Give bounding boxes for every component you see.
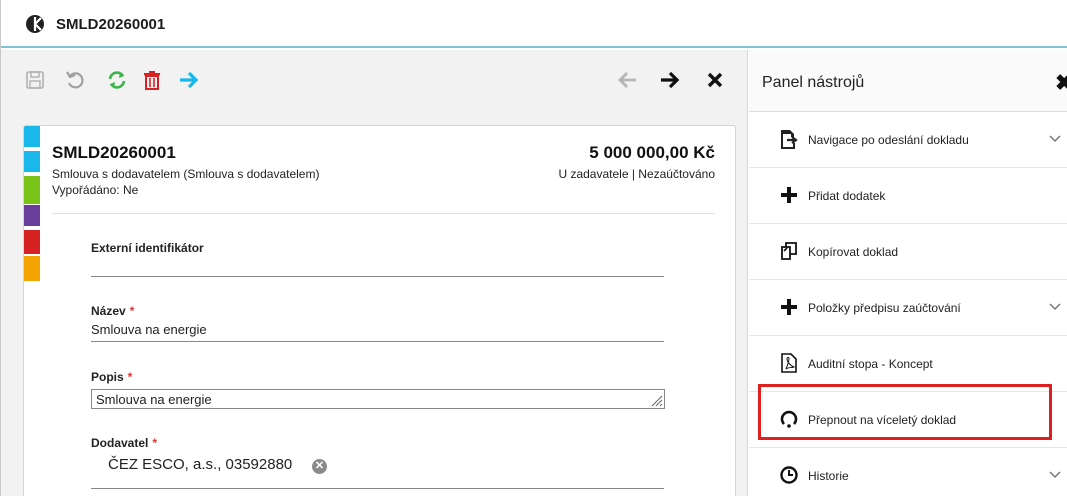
document-type: Smlouva s dodavatelem (Smlouva s dodavat… xyxy=(52,167,320,181)
arrow-right-icon[interactable] xyxy=(178,69,200,91)
supplier-label: Dodavatel * xyxy=(91,436,157,450)
chevron-down-icon xyxy=(1049,135,1061,143)
document-card: SMLD20260001 Smlouva s dodavatelem (Smlo… xyxy=(23,125,736,496)
plus-icon xyxy=(779,297,799,317)
required-mark: * xyxy=(127,370,133,384)
highlight-box xyxy=(758,384,1052,440)
chevron-down-icon xyxy=(1049,471,1061,479)
tool-item-navigation[interactable]: Navigace po odeslání dokladu xyxy=(749,112,1067,168)
clear-supplier-icon[interactable]: ✕ xyxy=(312,459,327,474)
external-id-label: Externí identifikátor xyxy=(91,241,204,255)
tool-item-label: Položky předpisu zaúčtování xyxy=(808,301,961,315)
document-code: SMLD20260001 xyxy=(52,143,176,162)
window-title: SMLD20260001 xyxy=(56,16,166,33)
name-label: Název * xyxy=(91,304,134,318)
document-state: U zadavatele | Nezaúčtováno xyxy=(558,167,715,181)
clock-icon xyxy=(779,465,799,485)
tool-item-history[interactable]: Historie xyxy=(749,448,1067,496)
settled-status: Vypořádáno: Ne xyxy=(52,183,139,197)
undo-icon[interactable] xyxy=(64,69,86,91)
document-amount: 5 000 000,00 Kč xyxy=(589,143,715,162)
tool-item-label: Přidat dodatek xyxy=(808,189,886,203)
supplier-field-underline xyxy=(91,488,664,489)
chevron-down-icon xyxy=(1049,303,1061,311)
copy-icon xyxy=(779,241,799,261)
description-label-text: Popis xyxy=(91,370,124,384)
status-stripe-5 xyxy=(24,230,40,254)
name-field[interactable]: Smlouva na energie xyxy=(91,322,207,337)
description-value: Smlouva na energie xyxy=(96,392,212,407)
status-stripe-2 xyxy=(24,151,40,172)
save-icon[interactable] xyxy=(24,69,46,91)
tool-item-label: Historie xyxy=(808,469,849,483)
pdf-icon xyxy=(779,353,799,373)
required-mark: * xyxy=(129,304,135,318)
send-document-icon xyxy=(779,129,799,149)
status-stripe-6 xyxy=(24,256,40,281)
supplier-value[interactable]: ČEZ ESCO, a.s., 03592880 xyxy=(108,456,292,473)
plus-icon xyxy=(779,185,799,205)
description-textarea[interactable]: Smlouva na energie xyxy=(91,389,665,409)
resize-grip-icon[interactable] xyxy=(649,393,663,407)
status-stripe-3 xyxy=(24,176,40,204)
app-logo-icon xyxy=(26,15,44,33)
external-id-field[interactable] xyxy=(91,276,664,277)
tool-item-posting-items[interactable]: Položky předpisu zaúčtování xyxy=(749,280,1067,336)
tool-item-add-amendment[interactable]: Přidat dodatek xyxy=(749,168,1067,224)
close-icon[interactable] xyxy=(704,69,726,91)
panel-close-icon[interactable]: ✖ xyxy=(1055,70,1067,96)
required-mark: * xyxy=(152,436,158,450)
name-field-underline xyxy=(91,341,664,342)
name-label-text: Název xyxy=(91,304,126,318)
next-record-icon[interactable] xyxy=(659,69,681,91)
tool-item-label: Kopírovat doklad xyxy=(808,245,899,259)
trash-icon[interactable] xyxy=(141,69,163,91)
tool-item-label: Navigace po odeslání dokladu xyxy=(808,133,969,147)
supplier-label-text: Dodavatel xyxy=(91,436,149,450)
status-stripe-1 xyxy=(24,126,40,147)
panel-title: Panel nástrojů xyxy=(762,74,865,91)
app-frame: SMLD20260001 SMLD20260001 Smlouva s doda… xyxy=(0,0,1067,496)
title-bar: SMLD20260001 xyxy=(1,0,1067,48)
header-divider xyxy=(52,213,715,214)
tool-item-copy-document[interactable]: Kopírovat doklad xyxy=(749,224,1067,280)
description-label: Popis * xyxy=(91,370,132,384)
status-stripe-4 xyxy=(24,205,40,226)
tool-item-label: Auditní stopa - Koncept xyxy=(808,357,933,371)
previous-record-icon[interactable] xyxy=(616,69,638,91)
document-area: SMLD20260001 Smlouva s dodavatelem (Smlo… xyxy=(1,50,748,496)
document-toolbar xyxy=(1,50,748,112)
refresh-icon[interactable] xyxy=(106,69,128,91)
